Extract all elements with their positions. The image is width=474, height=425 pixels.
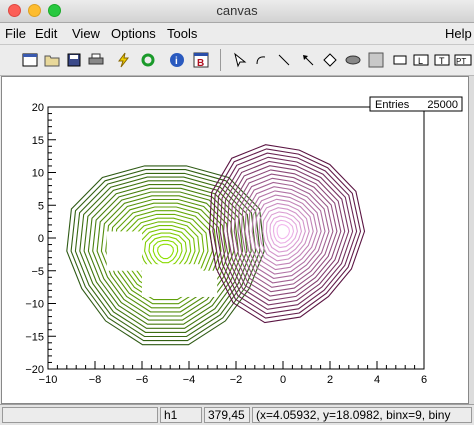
x-tick-label: 4 — [374, 374, 380, 386]
status-pixel: 379,45 — [204, 407, 250, 423]
pavetext-label: T — [439, 56, 445, 66]
pave-icon[interactable] — [390, 50, 410, 70]
empty-bin-region — [193, 270, 218, 297]
arrow-icon[interactable] — [298, 50, 318, 70]
x-tick-label: 0 — [280, 374, 286, 386]
x-tick-label: −8 — [89, 374, 102, 386]
diamond-icon[interactable] — [320, 50, 340, 70]
status-cell-empty — [2, 407, 158, 423]
paves-text-label: PT — [456, 57, 466, 66]
ellipse-icon[interactable] — [343, 50, 363, 70]
x-tick-label: 2 — [327, 374, 333, 386]
pavetext-icon[interactable]: T — [432, 50, 452, 70]
pave-label-icon[interactable]: L — [411, 50, 431, 70]
open-icon[interactable] — [42, 50, 62, 70]
svg-text:B: B — [197, 58, 204, 68]
status-bar: h1 379,45 (x=4.05932, y=18.0982, binx=9,… — [0, 404, 474, 425]
y-tick-label: −10 — [25, 299, 44, 311]
y-tick-label: 5 — [38, 200, 44, 212]
title-bar: canvas — [0, 0, 474, 23]
stats-entries-value: 25000 — [427, 99, 458, 111]
save-icon[interactable] — [64, 50, 84, 70]
refresh-icon[interactable] — [138, 50, 158, 70]
stats-entries-label: Entries — [375, 99, 410, 111]
x-tick-label: 6 — [421, 374, 427, 386]
menu-bar: File Edit View Options Tools Help — [0, 23, 474, 43]
empty-bin-region — [142, 264, 201, 297]
window-title: canvas — [216, 3, 258, 18]
x-tick-label: −6 — [136, 374, 149, 386]
y-tick-label: 0 — [38, 233, 44, 245]
menu-tools[interactable]: Tools — [167, 26, 197, 41]
line-icon[interactable] — [274, 50, 294, 70]
menu-file[interactable]: File — [5, 26, 26, 41]
svg-text:i: i — [175, 56, 178, 67]
y-tick-label: −20 — [25, 364, 44, 376]
y-tick-label: 15 — [32, 135, 44, 147]
toolbar: i B L T PT — [0, 44, 474, 76]
menu-view[interactable]: View — [72, 26, 100, 41]
status-object: h1 — [160, 407, 202, 423]
pad-icon[interactable] — [366, 50, 386, 70]
pave-label-text: L — [418, 56, 423, 66]
y-tick-label: 20 — [32, 102, 44, 114]
status-info: (x=4.05932, y=18.0982, binx=9, biny — [252, 407, 472, 423]
browser-icon[interactable]: B — [191, 50, 211, 70]
inspect-icon[interactable]: i — [167, 50, 187, 70]
menu-options[interactable]: Options — [111, 26, 156, 41]
paves-text-icon[interactable]: PT — [453, 50, 473, 70]
y-tick-label: −15 — [25, 331, 44, 343]
empty-bin-region — [106, 231, 142, 271]
menu-edit[interactable]: Edit — [35, 26, 57, 41]
new-canvas-icon[interactable] — [20, 50, 40, 70]
arc-icon[interactable] — [252, 50, 272, 70]
toolbar-separator — [220, 49, 221, 71]
print-icon[interactable] — [86, 50, 106, 70]
interrupt-icon[interactable] — [114, 50, 134, 70]
y-tick-label: 10 — [32, 168, 44, 180]
menu-help[interactable]: Help — [445, 26, 472, 41]
canvas-pad[interactable]: −10 −8 −6 −4 −2 0 2 4 6 20 15 10 5 0 −5 −10 −15 −20 Entrie… — [1, 76, 469, 404]
x-tick-label: −4 — [183, 374, 196, 386]
contour-plot[interactable]: −10 −8 −6 −4 −2 0 2 4 620151050−5−10−15−20Entrie… — [2, 77, 468, 403]
right-edge — [469, 76, 474, 404]
x-tick-label: −2 — [230, 374, 243, 386]
y-tick-label: −5 — [31, 266, 44, 278]
pointer-icon[interactable] — [230, 50, 250, 70]
